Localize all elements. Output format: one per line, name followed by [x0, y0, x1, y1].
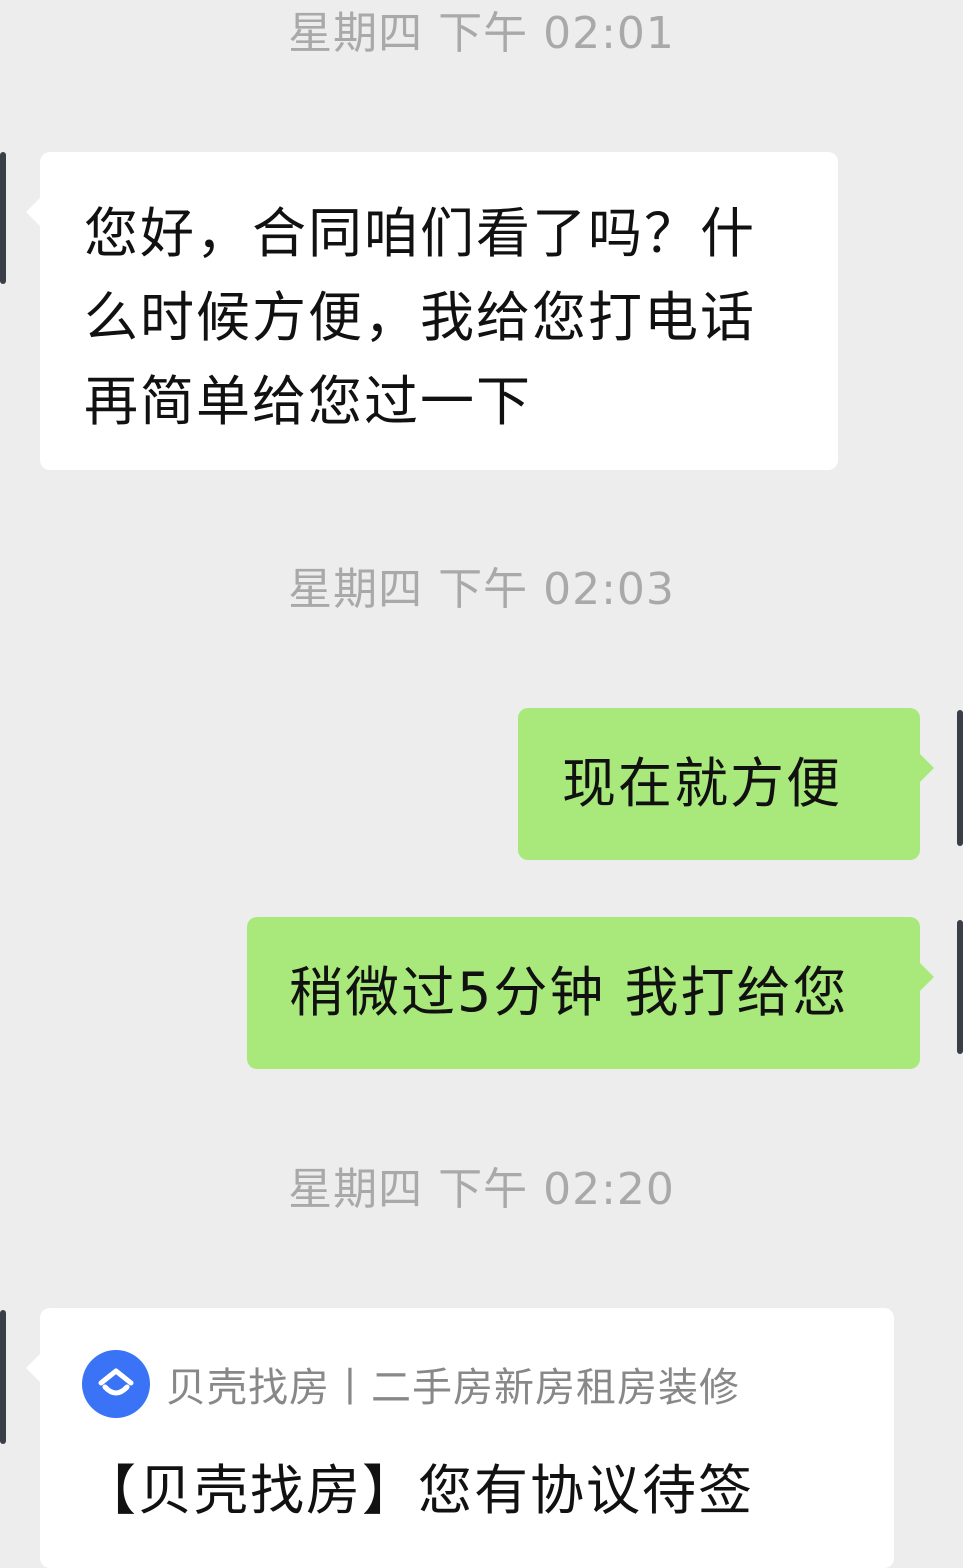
- card-source-label: 贝壳找房丨二手房新房租房装修: [166, 1365, 740, 1411]
- card-header: 贝壳找房丨二手房新房租房装修: [82, 1350, 854, 1418]
- beike-logo-icon: [82, 1350, 150, 1418]
- contact-avatar[interactable]: [0, 152, 6, 284]
- card-title: 【贝壳找房】您有协议待签: [82, 1459, 754, 1522]
- message-bubble-outgoing[interactable]: 现在就方便: [518, 708, 934, 860]
- bubble-tail: [26, 1354, 40, 1382]
- timestamp: 星期四 下午 02:01: [288, 8, 675, 59]
- timestamp: 星期四 下午 02:03: [288, 564, 675, 615]
- message-text: 稍微过5分钟 我打给您: [289, 961, 849, 1024]
- timestamp: 星期四 下午 02:20: [288, 1164, 675, 1215]
- bubble-tail: [920, 754, 934, 782]
- message-bubble-incoming[interactable]: 您好，合同咱们看了吗？什么时候方便，我给您打电话再简单给您过一下: [26, 152, 838, 470]
- my-avatar[interactable]: [957, 920, 963, 1054]
- message-text: 您好，合同咱们看了吗？什么时候方便，我给您打电话再简单给您过一下: [84, 202, 756, 433]
- message-bubble-outgoing[interactable]: 稍微过5分钟 我打给您: [247, 917, 934, 1069]
- my-avatar[interactable]: [957, 710, 963, 846]
- bubble-tail: [920, 963, 934, 991]
- link-card[interactable]: 贝壳找房丨二手房新房租房装修 【贝壳找房】您有协议待签: [26, 1308, 894, 1568]
- message-text: 现在就方便: [562, 752, 842, 815]
- bubble-tail: [26, 198, 40, 226]
- contact-avatar[interactable]: [0, 1310, 6, 1444]
